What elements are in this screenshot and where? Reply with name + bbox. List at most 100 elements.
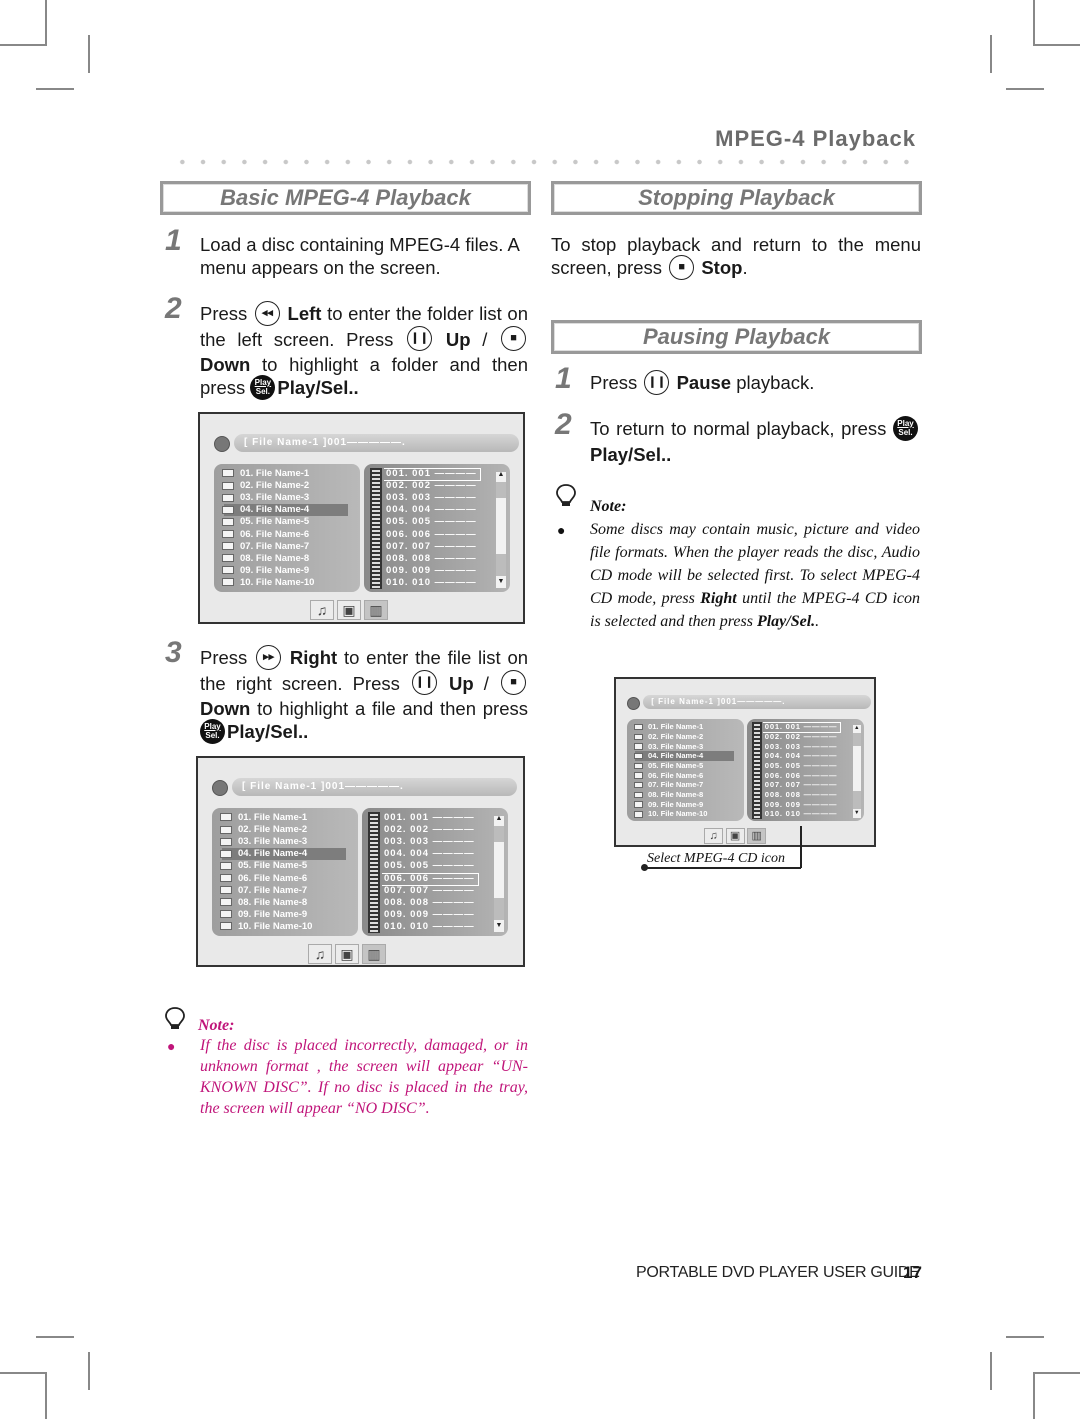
file-row: 003. 003 ———— bbox=[764, 741, 838, 751]
text: to highlight a file and then press bbox=[257, 698, 528, 720]
folder-icon bbox=[222, 542, 234, 551]
step-number: 1 bbox=[165, 224, 182, 257]
button-label: Play/Sel. bbox=[227, 721, 304, 743]
folder-icon bbox=[633, 782, 644, 789]
step-2-text: Press ◂◂ Left to enter the folder list o… bbox=[200, 300, 528, 402]
file-row: 004. 004 ———— bbox=[764, 751, 838, 761]
file-selection-box bbox=[384, 468, 481, 481]
film-strip-icon bbox=[752, 722, 762, 819]
dotted-divider bbox=[172, 159, 917, 165]
text: / bbox=[482, 328, 488, 350]
folder-row: 06. File Name-6 bbox=[220, 873, 307, 885]
folder-row: 02. File Name-2 bbox=[220, 824, 307, 836]
music-icon: ♫ bbox=[310, 600, 334, 620]
glyph: ■ bbox=[678, 260, 686, 273]
folder-icon bbox=[220, 873, 232, 882]
text: Press bbox=[590, 372, 638, 393]
folder-icon bbox=[633, 723, 644, 731]
right-button-icon: ▸▸ bbox=[256, 644, 282, 670]
note-text: Some discs may contain music, picture an… bbox=[590, 518, 920, 633]
glyph: ❙❙ bbox=[415, 676, 434, 689]
crop-mark bbox=[45, 0, 47, 46]
folder-name: 07. File Name-7 bbox=[647, 780, 704, 790]
glyph: Sel. bbox=[205, 730, 220, 740]
folder-row: 03. File Name-3 bbox=[220, 836, 307, 848]
glyph: ▸▸ bbox=[263, 650, 275, 663]
file-row: 010. 010 ———— bbox=[764, 809, 838, 819]
folder-row: 07. File Name-7 bbox=[220, 885, 307, 897]
glyph: Play bbox=[204, 721, 221, 731]
folder-icon bbox=[222, 554, 234, 563]
text: . bbox=[303, 721, 309, 743]
folder-icon bbox=[222, 505, 234, 514]
menu-screenshot-3: [ File Name-1 ]001—————. 01. File Name-1 0… bbox=[614, 677, 876, 847]
folder-row: 04. File Name-4 bbox=[220, 848, 307, 860]
note-title: Note: bbox=[590, 498, 627, 515]
file-selection-box bbox=[382, 872, 479, 886]
file-row: 002. 002 ———— bbox=[386, 480, 477, 492]
stop-button-icon: ■ bbox=[669, 254, 695, 280]
folder-row: 05. File Name-5 bbox=[633, 760, 704, 771]
folder-name: 06. File Name-6 bbox=[240, 528, 310, 540]
button-label: Right bbox=[289, 647, 338, 668]
file-row: 006. 006 ———— bbox=[764, 770, 838, 780]
scrollbar-thumb bbox=[496, 482, 506, 498]
button-label: Play/Sel. bbox=[590, 443, 667, 465]
pause-step-1: Press ❙❙ Pause playback. bbox=[590, 369, 920, 397]
glyph: Play bbox=[897, 418, 914, 428]
folder-icon bbox=[220, 837, 232, 846]
file-row: 007. 007 ———— bbox=[386, 540, 477, 552]
folder-row: 08. File Name-8 bbox=[633, 790, 703, 800]
folder-name: 01. File Name-1 bbox=[647, 722, 704, 732]
folder-row: 09. File Name-9 bbox=[633, 799, 704, 810]
folder-name: 02. File Name-2 bbox=[647, 731, 704, 741]
folder-row: 07. File Name-7 bbox=[222, 541, 309, 553]
folder-row: 05. File Name-5 bbox=[222, 516, 309, 528]
emphasis: Right bbox=[700, 590, 737, 607]
folder-icon bbox=[222, 469, 234, 478]
music-icon: ♫ bbox=[704, 827, 724, 844]
button-label: Down bbox=[200, 698, 251, 720]
glyph: Play bbox=[254, 377, 272, 387]
pause-up-button-icon: ❙❙ bbox=[411, 670, 437, 696]
folder-name: 09. File Name-9 bbox=[238, 908, 308, 920]
file-row: 010. 010 ———— bbox=[384, 920, 475, 932]
file-row: 005. 005 ———— bbox=[764, 760, 838, 770]
camera-icon: ▣ bbox=[337, 600, 361, 620]
text: to enter the file list on the right scre… bbox=[200, 647, 529, 694]
scrollbar-thumb bbox=[852, 791, 861, 809]
file-row: 009. 009 ———— bbox=[384, 908, 475, 920]
folder-row: 06. File Name-6 bbox=[633, 771, 703, 781]
glyph: ■ bbox=[510, 332, 517, 345]
scrollbar-thumb bbox=[852, 733, 861, 747]
crop-mark bbox=[1006, 88, 1044, 90]
text: to enter the folder list on the left scr… bbox=[200, 303, 528, 350]
button-label: Left bbox=[287, 303, 322, 324]
folder-name: 02. File Name-2 bbox=[238, 824, 308, 836]
crop-mark bbox=[1034, 1372, 1080, 1374]
file-row: 004. 004 ———— bbox=[386, 504, 477, 516]
file-row: 006. 006 ———— bbox=[386, 528, 477, 540]
bullet: ● bbox=[557, 522, 566, 538]
text: playback. bbox=[736, 372, 815, 393]
folder-row: 03. File Name-3 bbox=[222, 492, 309, 504]
play-sel-button-icon: Play Sel. bbox=[250, 374, 276, 400]
glyph: ◂◂ bbox=[261, 306, 273, 319]
file-row: 001. 001 ———— bbox=[384, 812, 475, 823]
folder-icon bbox=[220, 922, 232, 931]
file-row: 003. 003 ———— bbox=[384, 836, 475, 848]
folder-icon bbox=[633, 791, 644, 799]
folder-name: 09. File Name-9 bbox=[647, 799, 704, 809]
text: . bbox=[742, 257, 748, 278]
step-number: 2 bbox=[555, 408, 572, 441]
folder-name: 08. File Name-8 bbox=[238, 896, 308, 908]
folder-name: 05. File Name-5 bbox=[647, 760, 704, 770]
folder-name: 08. File Name-8 bbox=[240, 552, 310, 564]
path-bar: [ File Name-1 ]001—————. bbox=[234, 434, 519, 452]
button-label: Pause bbox=[676, 372, 732, 393]
folder-icon bbox=[633, 811, 644, 818]
text: . bbox=[353, 377, 359, 399]
crop-mark bbox=[36, 88, 74, 90]
folder-row: 01. File Name-1 bbox=[633, 722, 704, 732]
file-row: 007. 007 ———— bbox=[384, 884, 475, 896]
